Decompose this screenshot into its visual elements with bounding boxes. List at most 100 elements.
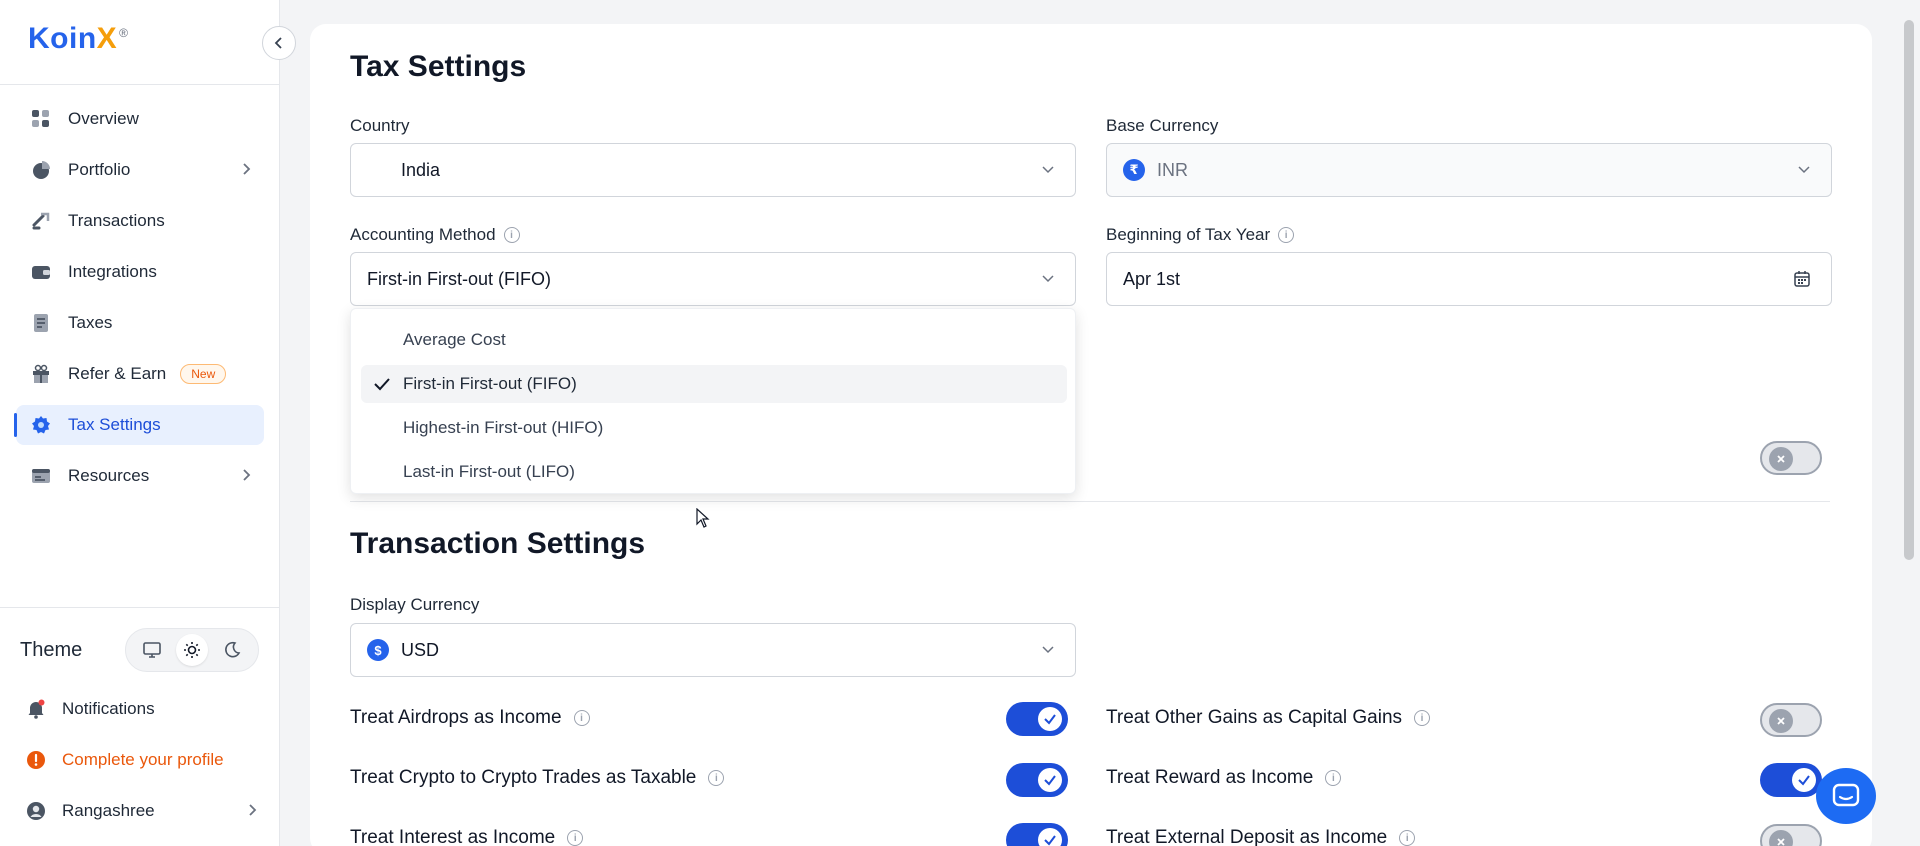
new-badge: New (180, 364, 227, 384)
chevron-down-icon (1042, 166, 1054, 174)
sidebar-item-integrations[interactable]: Integrations (16, 252, 264, 292)
option-text: Treat External Deposit as Income (1106, 827, 1388, 846)
country-value: India (401, 159, 441, 180)
info-icon[interactable]: i (573, 710, 590, 726)
sidebar-item-label: Overview (68, 109, 139, 128)
option-text: Treat Crypto to Crypto Trades as Taxable (350, 767, 697, 788)
chevron-right-icon (242, 162, 252, 179)
toggle-off-knob (1769, 709, 1793, 733)
chevron-down-icon (1042, 275, 1054, 283)
gear-icon (30, 414, 52, 436)
chevron-down-icon (1798, 166, 1810, 174)
tax-year-value: Apr 1st (1123, 268, 1181, 289)
moon-icon[interactable] (216, 634, 248, 666)
info-icon[interactable]: i (708, 770, 725, 786)
accounting-method-dropdown: Average Cost First-in First-out (FIFO) H… (350, 308, 1076, 494)
country-label: Country (350, 116, 410, 136)
external-deposit-income-toggle[interactable] (1760, 824, 1822, 846)
base-currency-value: INR (1157, 159, 1188, 180)
chevron-down-icon (1042, 646, 1054, 654)
user-avatar-icon (26, 801, 46, 821)
dollar-symbol: $ (374, 642, 382, 658)
user-profile-menu[interactable]: Rangashree (26, 793, 258, 829)
toggle-off-knob (1769, 447, 1793, 471)
page-scrollbar[interactable] (1904, 20, 1914, 560)
airdrops-income-toggle[interactable] (1006, 702, 1068, 736)
display-currency-select[interactable]: $ USD (350, 623, 1076, 677)
sidebar-item-label: Taxes (68, 313, 113, 332)
sidebar-item-transactions[interactable]: Transactions (16, 201, 264, 241)
chevron-right-icon (248, 803, 258, 820)
accounting-method-label-text: Accounting Method (350, 225, 496, 244)
bell-icon (26, 699, 46, 719)
tax-year-label: Beginning of Tax Year i (1106, 225, 1295, 245)
calendar-icon[interactable] (1793, 270, 1811, 288)
transfer-icon (30, 210, 52, 232)
info-icon[interactable]: i (1278, 227, 1295, 243)
sidebar-item-portfolio[interactable]: Portfolio (16, 150, 264, 190)
info-icon[interactable]: i (567, 830, 584, 846)
desktop-icon[interactable] (136, 634, 168, 666)
other-gains-capital-toggle[interactable] (1760, 703, 1822, 737)
pie-chart-icon (30, 159, 52, 181)
user-name: Rangashree (62, 801, 155, 820)
sidebar-item-overview[interactable]: Overview (16, 99, 264, 139)
sidebar-item-tax-settings[interactable]: Tax Settings (14, 405, 264, 445)
option-label: Highest-in First-out (HIFO) (403, 418, 604, 437)
sidebar-item-resources[interactable]: Resources (16, 456, 264, 496)
dropdown-option-hifo[interactable]: Highest-in First-out (HIFO) (361, 409, 1067, 447)
option-text: Treat Airdrops as Income (350, 707, 562, 728)
country-label-text: Country (350, 116, 410, 135)
toggle-check-icon (1038, 828, 1062, 846)
info-alert-icon (26, 750, 46, 770)
sidebar-item-taxes[interactable]: Taxes (16, 303, 264, 343)
option-label: First-in First-out (FIFO) (403, 374, 577, 393)
rupee-icon: ₹ (1123, 159, 1145, 181)
country-select[interactable]: India (350, 143, 1076, 197)
notifications-link[interactable]: Notifications (26, 691, 258, 727)
setting-toggle[interactable] (1760, 441, 1822, 475)
base-currency-select[interactable]: ₹ INR (1106, 143, 1832, 197)
tax-year-input[interactable]: Apr 1st (1106, 252, 1832, 306)
transaction-settings-title: Transaction Settings (350, 527, 646, 560)
sidebar: KoinX ® Overview Portfolio Transactions I… (0, 0, 280, 846)
theme-label: Theme (20, 638, 83, 661)
tax-settings-title: Tax Settings (350, 50, 527, 83)
theme-switch (125, 628, 259, 672)
document-icon (30, 312, 52, 334)
rupee-symbol: ₹ (1129, 162, 1139, 177)
crypto-trades-taxable-label: Treat Crypto to Crypto Trades as Taxable… (350, 767, 725, 789)
grid-icon (30, 108, 52, 130)
option-label: Last-in First-out (LIFO) (403, 462, 575, 481)
dropdown-option-fifo[interactable]: First-in First-out (FIFO) (361, 365, 1067, 403)
collapse-sidebar-button[interactable] (262, 26, 296, 60)
checkmark-icon (374, 378, 390, 391)
info-icon[interactable]: i (1325, 770, 1342, 786)
info-icon[interactable]: i (503, 227, 520, 243)
accounting-method-select[interactable]: First-in First-out (FIFO) (350, 252, 1076, 306)
base-currency-label: Base Currency (1106, 116, 1218, 136)
chevron-left-icon (274, 37, 282, 49)
base-currency-label-text: Base Currency (1106, 116, 1219, 135)
sidebar-item-label: Resources (68, 466, 150, 485)
complete-profile-label: Complete your profile (62, 750, 224, 769)
info-icon[interactable]: i (1399, 830, 1416, 846)
interest-income-toggle[interactable] (1006, 823, 1068, 846)
logo-x: X (96, 22, 118, 55)
info-icon[interactable]: i (1414, 710, 1431, 726)
accounting-method-value: First-in First-out (FIFO) (367, 268, 551, 289)
toggle-check-icon (1038, 707, 1062, 731)
sidebar-item-refer-earn[interactable]: Refer & Earn New (16, 354, 264, 394)
koinx-logo[interactable]: KoinX ® (28, 22, 129, 56)
dropdown-option-lifo[interactable]: Last-in First-out (LIFO) (361, 453, 1067, 491)
chat-support-button[interactable] (1816, 768, 1876, 824)
sun-icon[interactable] (176, 634, 208, 666)
reward-income-toggle[interactable] (1760, 763, 1822, 797)
reward-income-label: Treat Reward as Income i (1106, 767, 1342, 789)
sidebar-item-label: Integrations (68, 262, 157, 281)
complete-profile-link[interactable]: Complete your profile (26, 742, 258, 778)
sidebar-divider (0, 607, 280, 608)
sidebar-item-label: Portfolio (68, 160, 131, 179)
crypto-trades-taxable-toggle[interactable] (1006, 763, 1068, 797)
dropdown-option-average-cost[interactable]: Average Cost (361, 321, 1067, 359)
